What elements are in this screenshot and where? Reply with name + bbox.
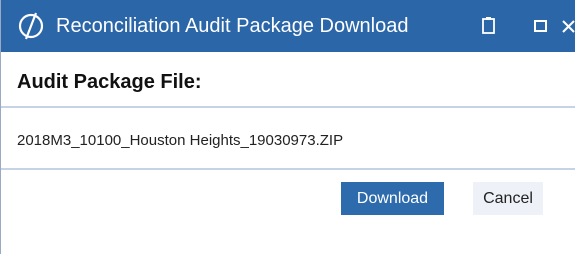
dialog-header: Audit Package File:	[1, 52, 575, 108]
close-icon[interactable]	[557, 14, 575, 38]
audit-package-heading: Audit Package File:	[17, 71, 202, 93]
dialog-title: Reconciliation Audit Package Download	[56, 15, 409, 37]
dialog-titlebar[interactable]: Reconciliation Audit Package Download	[1, 0, 575, 52]
audit-file-name: 2018M3_10100_Houston Heights_19030973.ZI…	[17, 132, 344, 149]
audit-package-dialog: Reconciliation Audit Package Download Au…	[0, 0, 575, 254]
cancel-button[interactable]: Cancel	[473, 182, 543, 215]
maximize-icon[interactable]	[529, 14, 553, 38]
download-button[interactable]: Download	[341, 182, 444, 215]
file-name-row: 2018M3_10100_Houston Heights_19030973.ZI…	[1, 108, 575, 170]
clipboard-icon[interactable]	[477, 14, 501, 38]
oracle-logo-icon	[18, 12, 44, 40]
